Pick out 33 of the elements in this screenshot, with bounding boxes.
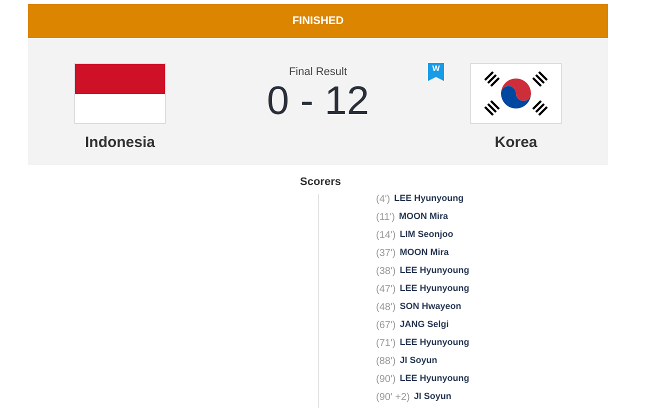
status-label: FINISHED xyxy=(292,14,344,29)
result-label: Final Result xyxy=(288,65,348,80)
scorer-name: JI Soyun xyxy=(400,354,438,368)
goal-minute: (14') xyxy=(376,228,396,242)
goal-minute: (48') xyxy=(376,300,396,314)
score: 0 - 12 xyxy=(266,80,370,120)
scorer-name: LEE Hyunyoung xyxy=(400,282,470,296)
scorer-name: JI Soyun xyxy=(414,390,452,404)
goal-minute: (90' +2) xyxy=(376,390,410,404)
scorer-name: LIM Seonjoo xyxy=(400,228,454,242)
flag-icon xyxy=(470,63,562,124)
scorer-name: JANG Selgi xyxy=(400,318,449,332)
goal-minute: (90') xyxy=(376,372,396,386)
flag-icon xyxy=(74,63,166,124)
scorer-name: LEE Hyunyoung xyxy=(400,336,470,350)
goal-minute: (71') xyxy=(376,336,396,350)
scorers-heading: Scorers xyxy=(300,175,341,190)
goal-minute: (38') xyxy=(376,264,396,278)
scorer-name: SON Hwayeon xyxy=(400,300,462,314)
goal-minute: (88') xyxy=(376,354,396,368)
scorer-name: MOON Mira xyxy=(398,210,448,224)
goal-minute: (4') xyxy=(376,192,390,206)
goal-minute: (47') xyxy=(376,282,396,296)
team-name: Indonesia xyxy=(84,133,155,153)
scorer-name: LEE Hyunyoung xyxy=(394,192,464,206)
goal-minute: (67') xyxy=(376,318,396,332)
team-name: Korea xyxy=(494,133,538,153)
scorer-name: LEE Hyunyoung xyxy=(400,264,470,278)
goal-minute: (37') xyxy=(376,246,396,260)
scorer-name: MOON Mira xyxy=(400,246,449,260)
bookmark-icon: W xyxy=(428,63,444,81)
scorer-name: LEE Hyunyoung xyxy=(400,372,470,386)
goal-minute: (11') xyxy=(376,210,395,224)
